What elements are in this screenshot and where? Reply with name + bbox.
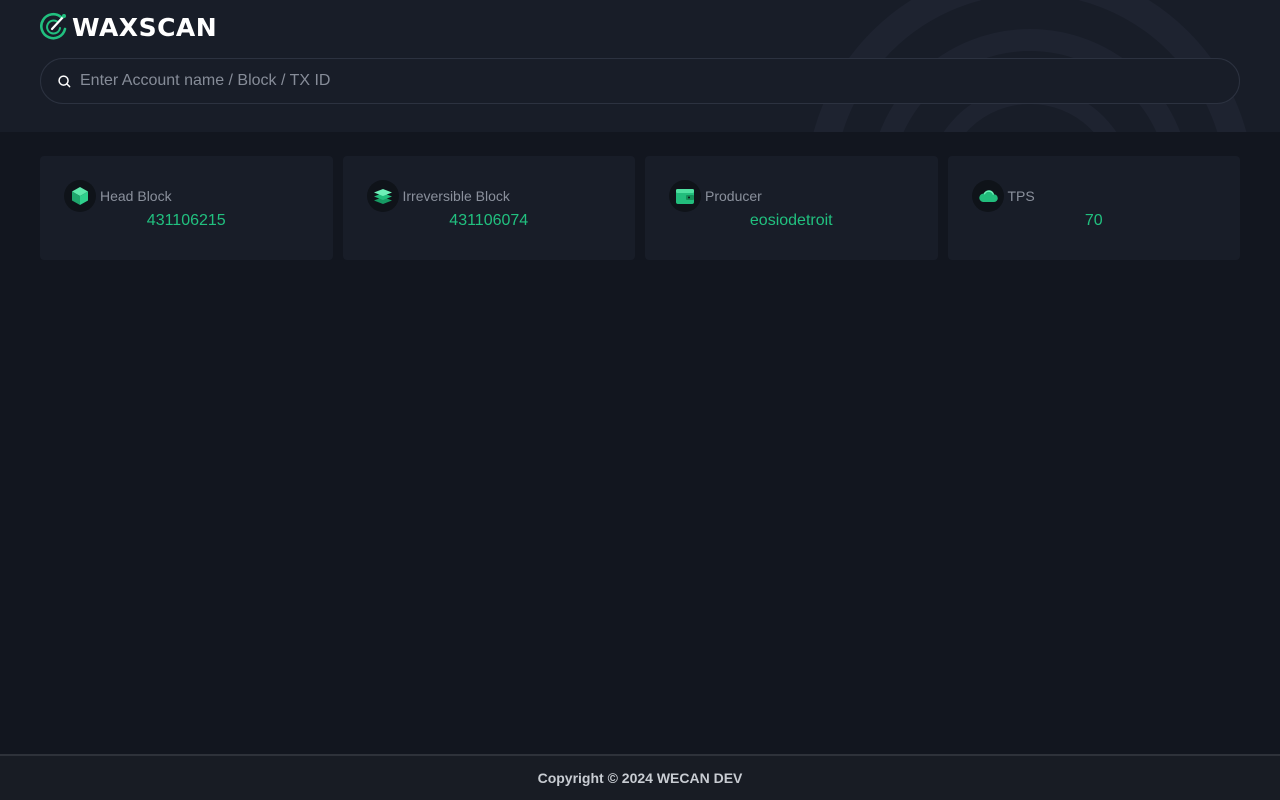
stat-value-irreversible-block[interactable]: 431106074 <box>343 212 636 230</box>
chain-stats: Head Block 431106215 Irreversible Block … <box>40 156 1240 260</box>
stat-card-irreversible-block: Irreversible Block 431106074 <box>342 156 636 260</box>
radar-logo-icon <box>40 12 67 40</box>
stat-card-header: Head Block <box>64 180 172 212</box>
stat-card-header: Irreversible Block <box>366 180 510 212</box>
cloud-icon <box>971 180 1004 212</box>
stat-label: Head Block <box>100 188 172 204</box>
search-input[interactable] <box>80 59 1239 103</box>
search-icon <box>58 74 71 87</box>
stat-value-head-block[interactable]: 431106215 <box>40 212 333 230</box>
copyright-text: Copyright © 2024 WECAN DEV <box>537 770 743 786</box>
stat-value-tps: 70 <box>1084 212 1103 229</box>
stat-label: Irreversible Block <box>402 188 510 204</box>
stat-label: TPS <box>1007 188 1035 204</box>
layers-icon <box>366 180 399 212</box>
brand-logo[interactable]: WAXSCAN <box>40 12 217 42</box>
stat-card-header: TPS <box>971 180 1035 212</box>
stat-card-header: Producer <box>669 180 762 212</box>
top-header: WAXSCAN <box>0 0 1280 132</box>
stat-label: Producer <box>705 188 762 204</box>
stat-card-tps: TPS 70 <box>947 156 1240 260</box>
cube-icon <box>64 180 96 212</box>
stat-card-producer: Producer eosiodetroit <box>645 156 938 260</box>
wallet-icon <box>669 180 701 212</box>
brand-name: WAXSCAN <box>72 12 218 42</box>
search-bar[interactable] <box>40 58 1240 104</box>
stat-value-producer[interactable]: eosiodetroit <box>645 212 938 230</box>
page-footer: Copyright © 2024 WECAN DEV <box>0 754 1280 800</box>
stat-card-head-block: Head Block 431106215 <box>40 156 333 260</box>
